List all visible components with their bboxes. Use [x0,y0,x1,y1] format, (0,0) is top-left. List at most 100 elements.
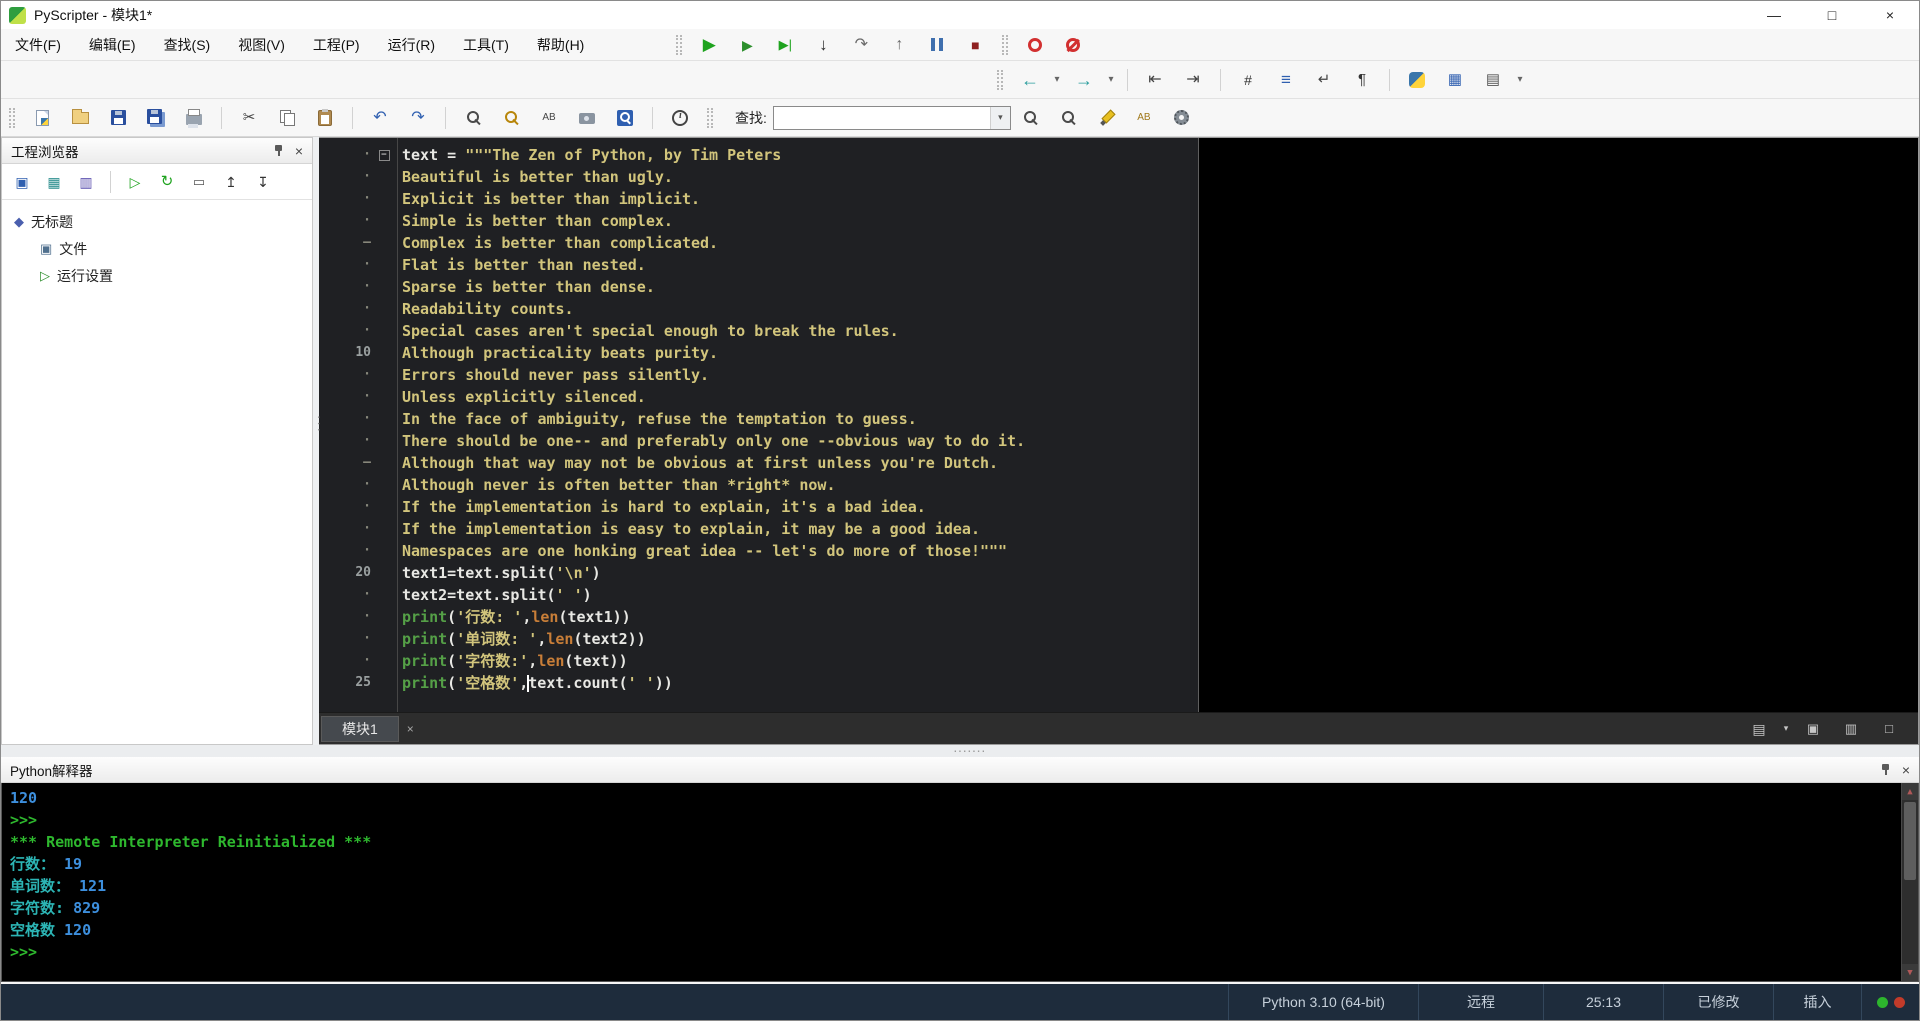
pin-icon[interactable] [273,144,284,157]
scrollbar-track[interactable] [1902,800,1918,964]
open-file-button[interactable] [61,103,99,133]
code-line[interactable]: If the implementation is easy to explain… [402,518,1198,540]
code-line[interactable]: print('字符数:',len(text)) [402,650,1198,672]
code-line[interactable]: text1=text.split('\n') [402,562,1198,584]
menu-view[interactable]: 视图(V) [224,29,299,60]
gutter-row[interactable]: · [319,276,397,298]
step-out-button[interactable]: ↑ [880,30,918,60]
toggle-comment-button[interactable]: # [1229,65,1267,95]
editor-secondary-pane[interactable] [1198,138,1918,712]
step-into-button[interactable]: ▶| [766,30,804,60]
project-modules-button[interactable]: ▥ [70,167,102,197]
redo-button[interactable]: ↷ [399,103,437,133]
incremental-search-button[interactable] [492,103,530,133]
code-editor[interactable]: · − · · · – · · · · 10 · · · · – · · · · 20 · · · · 25 text = """… [319,138,1918,712]
word-wrap-button[interactable]: ↵ [1305,65,1343,95]
print-button[interactable] [175,103,213,133]
code-line[interactable]: Special cases aren't special enough to b… [402,320,1198,342]
code-line[interactable]: print('行数: ',len(text1)) [402,606,1198,628]
editor-list-options-button[interactable]: ▾ [1778,714,1794,744]
debug-button[interactable]: ▶ [728,30,766,60]
code-line[interactable]: Complex is better than complicated. [402,232,1198,254]
gutter-row[interactable]: · [319,518,397,540]
search-button[interactable] [454,103,492,133]
fold-collapse-icon[interactable]: − [378,149,390,161]
tree-item-untitled-project[interactable]: ◆ 无标题 [2,208,312,235]
code-line[interactable]: Although that way may not be obvious at … [402,452,1198,474]
code-line[interactable]: Although never is often better than *rig… [402,474,1198,496]
menu-project[interactable]: 工程(P) [299,29,374,60]
close-button[interactable]: × [1861,1,1919,29]
gutter-row[interactable]: · [319,606,397,628]
gutter-row[interactable]: · [319,320,397,342]
search-in-selection-button[interactable] [606,103,644,133]
gutter-row[interactable]: 20 [319,562,397,584]
gutter-row[interactable]: · [319,386,397,408]
code-line[interactable]: Although practicality beats purity. [402,342,1198,364]
combo-dropdown-icon[interactable]: ▾ [989,106,1010,129]
gutter-row[interactable]: · [319,628,397,650]
code-area[interactable]: text = """The Zen of Python, by Tim Pete… [398,138,1198,712]
indent-block-button[interactable]: ⇥ [1174,65,1212,95]
cut-button[interactable]: ✂ [230,103,268,133]
code-line[interactable]: Simple is better than complex. [402,210,1198,232]
find-previous-button[interactable] [1049,103,1087,133]
copy-button[interactable] [268,103,306,133]
replace-button[interactable]: AB [530,103,568,133]
scrollbar-thumb[interactable] [1904,802,1916,880]
python-console[interactable]: 120 >>> *** Remote Interpreter Reinitializ… [1,783,1919,982]
navigate-forward-button[interactable]: → [1065,65,1103,95]
close-panel-icon[interactable]: × [292,144,306,158]
save-all-button[interactable] [137,103,175,133]
python-engine-button[interactable] [1398,65,1436,95]
toolbar-grip[interactable] [9,107,15,128]
paste-button[interactable] [306,103,344,133]
layouts-button[interactable]: ▤ [1474,65,1512,95]
gutter-row[interactable]: · [319,298,397,320]
code-line[interactable]: text = """The Zen of Python, by Tim Pete… [402,144,1198,166]
find-next-button[interactable] [1011,103,1049,133]
code-line[interactable]: Explicit is better than implicit. [402,188,1198,210]
match-case-button[interactable]: AB [1125,103,1163,133]
menu-search[interactable]: 查找(S) [150,29,225,60]
pause-button[interactable] [918,30,956,60]
gutter-row[interactable]: · [319,496,397,518]
tree-item-files[interactable]: ▣ 文件 [2,235,312,262]
gutter-row[interactable]: 10 [319,342,397,364]
toolbar-grip[interactable] [997,69,1003,90]
find-combobox[interactable]: ▾ [772,105,1011,130]
code-line[interactable]: Namespaces are one honking great idea --… [402,540,1198,562]
toolbar-grip[interactable] [707,107,713,128]
toggle-breakpoint-button[interactable] [1016,30,1054,60]
code-line[interactable]: There should be one-- and preferably onl… [402,430,1198,452]
gutter-row[interactable]: · [319,364,397,386]
horizontal-splitter[interactable] [1,742,1919,758]
dock-editor-button[interactable]: ▣ [1794,714,1832,744]
editor-gutter[interactable]: · − · · · – · · · · 10 · · · · – · · · · 20 · · · · 25 [319,138,398,712]
editor-list-button[interactable]: ▤ [1740,714,1778,744]
gutter-row[interactable]: – [319,232,397,254]
gutter-row[interactable]: · [319,254,397,276]
code-line[interactable]: print('单词数: ',len(text2)) [402,628,1198,650]
project-refresh-button[interactable]: ↻ [151,167,183,197]
menu-edit[interactable]: 编辑(E) [75,29,150,60]
gutter-row[interactable]: – [319,452,397,474]
save-button[interactable] [99,103,137,133]
code-line[interactable]: In the face of ambiguity, refuse the tem… [402,408,1198,430]
code-line[interactable]: Flat is better than nested. [402,254,1198,276]
run-to-cursor-button[interactable]: ↓ [804,30,842,60]
line-numbers-button[interactable]: ≡ [1267,65,1305,95]
menu-help[interactable]: 帮助(H) [523,29,598,60]
toolbar-grip[interactable] [676,34,683,55]
code-line[interactable]: Unless explicitly silenced. [402,386,1198,408]
minimize-button[interactable]: — [1745,1,1803,29]
clear-breakpoints-button[interactable] [1054,30,1092,60]
search-options-button[interactable] [1163,103,1201,133]
layouts-options-button[interactable]: ▾ [1512,65,1528,95]
titlebar[interactable]: PyScripter - 模块1* — □ × [1,1,1919,29]
special-characters-button[interactable]: ¶ [1343,65,1381,95]
project-packages-button[interactable]: ▦ [38,167,70,197]
highlight-search-button[interactable] [1087,103,1125,133]
project-expand-all-button[interactable]: ↧ [247,167,279,197]
stop-button[interactable]: ■ [956,30,994,60]
